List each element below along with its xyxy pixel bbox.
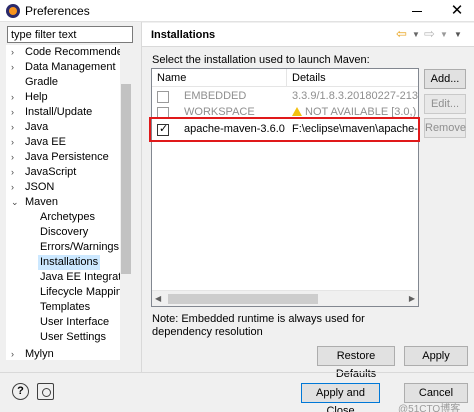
eclipse-logo-icon — [6, 4, 20, 18]
tree-item-data-management[interactable]: › Data Management — [6, 60, 130, 75]
preferences-tree: › Code Recommenders › Data Management Grad… — [6, 45, 132, 360]
embedded-runtime-note: Note: Embedded runtime is always used fo… — [152, 313, 365, 338]
import-export-icon[interactable] — [37, 383, 54, 400]
tree-item-label: Help — [25, 91, 48, 103]
tree-item-label: Gradle — [25, 76, 59, 88]
edit-button[interactable]: Edit... — [424, 94, 466, 114]
expand-arrow-icon[interactable]: › — [11, 90, 14, 105]
installation-details: 3.3.9/1.8.3.20180227-2135 — [292, 90, 419, 102]
tree-item-maven[interactable]: ⌄ Maven — [6, 195, 130, 210]
tree-item-discovery[interactable]: Discovery — [6, 225, 130, 240]
tree-item-label: Lifecycle Mapping — [40, 286, 129, 298]
tree-item-javascript[interactable]: › JavaScript — [6, 165, 130, 180]
view-menu-icon[interactable]: ▼ — [454, 30, 462, 39]
table-row[interactable]: EMBEDDED 3.3.9/1.8.3.20180227-2135 — [152, 89, 419, 104]
tree-item-label: Java — [25, 121, 49, 133]
tree-item-install-update[interactable]: › Install/Update — [6, 105, 130, 120]
installation-name: EMBEDDED — [184, 90, 247, 102]
help-button[interactable]: ? — [12, 383, 29, 400]
column-header-details[interactable]: Details — [292, 72, 326, 84]
expand-arrow-icon[interactable]: › — [11, 60, 14, 75]
tree-item-gradle[interactable]: Gradle — [6, 75, 130, 90]
table-horizontal-scrollbar[interactable]: ◀ ▶ — [152, 290, 418, 306]
page-title: Installations — [151, 29, 216, 41]
expand-arrow-icon[interactable]: › — [11, 45, 14, 60]
pane-divider[interactable] — [141, 22, 142, 372]
collapse-arrow-icon[interactable]: ⌄ — [11, 195, 19, 210]
tree-item-errors-warnings[interactable]: Errors/Warnings — [6, 240, 130, 255]
tree-item-label: Java EE — [25, 136, 66, 148]
tree-item-lifecycle-mapping[interactable]: Lifecycle Mapping — [6, 285, 130, 300]
red-highlight-box — [149, 117, 420, 142]
expand-arrow-icon[interactable]: › — [11, 165, 14, 180]
expand-arrow-icon[interactable]: › — [11, 180, 14, 195]
tree-item-java-persistence[interactable]: › Java Persistence — [6, 150, 130, 165]
installation-checkbox[interactable] — [157, 91, 169, 103]
expand-arrow-icon[interactable]: › — [11, 150, 14, 165]
minimize-button[interactable] — [400, 0, 434, 22]
tree-item-label: Install/Update — [25, 106, 93, 118]
remove-button[interactable]: Remove — [424, 118, 466, 138]
tree-item-label: Templates — [40, 301, 91, 313]
tree-item-user-interface[interactable]: User Interface — [6, 315, 130, 330]
tree-item-installations[interactable]: Installations — [6, 255, 130, 270]
tree-item-json[interactable]: › JSON — [6, 180, 130, 195]
scroll-right-icon[interactable]: ▶ — [409, 294, 415, 303]
forward-arrow-icon[interactable]: ⇨ — [424, 26, 435, 42]
forward-dropdown-icon[interactable]: ▼ — [440, 30, 448, 39]
scrollbar-thumb[interactable] — [168, 294, 318, 304]
expand-arrow-icon[interactable]: › — [11, 347, 14, 360]
tree-item-label: User Settings — [40, 331, 107, 343]
expand-arrow-icon[interactable]: › — [11, 120, 14, 135]
back-dropdown-icon[interactable]: ▼ — [412, 30, 420, 39]
tree-scrollbar-thumb[interactable] — [121, 84, 131, 274]
add-button[interactable]: Add... — [424, 69, 466, 89]
watermark-text: @51CTO博客 — [398, 404, 461, 412]
tree-item-java-ee-integration[interactable]: Java EE Integration — [6, 270, 132, 285]
window-title: Preferences — [25, 4, 90, 18]
table-header: Name Details — [152, 69, 418, 87]
column-separator[interactable] — [286, 69, 287, 87]
footer-divider — [0, 372, 474, 373]
tree-item-label: User Interface — [40, 316, 110, 328]
apply-button[interactable]: Apply — [404, 346, 468, 366]
tree-item-java[interactable]: › Java — [6, 120, 130, 135]
tree-item-label: JSON — [25, 181, 55, 193]
tree-item-java-ee[interactable]: › Java EE — [6, 135, 130, 150]
tree-item-label: Code Recommenders — [25, 46, 132, 58]
tree-item-templates[interactable]: Templates — [6, 300, 130, 315]
tree-item-label: JavaScript — [25, 166, 77, 178]
tree-item-help[interactable]: › Help — [6, 90, 130, 105]
expand-arrow-icon[interactable]: › — [11, 135, 14, 150]
tree-item-user-settings[interactable]: User Settings — [6, 330, 130, 345]
column-header-name[interactable]: Name — [157, 72, 186, 84]
expand-arrow-icon[interactable]: › — [11, 105, 14, 120]
tree-item-archetypes[interactable]: Archetypes — [6, 210, 130, 225]
scroll-left-icon[interactable]: ◀ — [155, 294, 161, 303]
tree-item-mylyn[interactable]: › Mylyn — [6, 347, 130, 360]
close-window-button[interactable]: ✕ — [440, 0, 474, 22]
apply-and-close-button[interactable]: Apply and Close — [301, 383, 380, 412]
tree-item-label: Discovery — [40, 226, 89, 238]
back-arrow-icon[interactable]: ⇦ — [396, 26, 407, 42]
restore-defaults-button[interactable]: Restore Defaults — [317, 346, 395, 380]
tree-item-label: Errors/Warnings — [40, 241, 120, 253]
title-bar: Preferences ✕ — [0, 0, 474, 22]
tree-item-label: Installations — [38, 255, 101, 270]
tree-item-code-recommenders[interactable]: › Code Recommenders — [6, 45, 132, 60]
tree-item-label: Mylyn — [25, 348, 54, 360]
tree-item-label: Java Persistence — [25, 151, 109, 163]
tree-item-label: Data Management — [25, 61, 116, 73]
page-header: Installations ⇦ ▼ ⇨ ▼ ▼ — [142, 23, 474, 47]
tree-item-label: Java EE Integration — [40, 271, 132, 283]
filter-input[interactable] — [7, 26, 133, 43]
instruction-text: Select the installation used to launch M… — [152, 54, 370, 66]
installations-table: Name Details EMBEDDED 3.3.9/1.8.3.201802… — [151, 68, 419, 307]
tree-item-label: Maven — [25, 196, 59, 208]
tree-item-label: Archetypes — [40, 211, 96, 223]
warning-icon — [292, 107, 302, 116]
